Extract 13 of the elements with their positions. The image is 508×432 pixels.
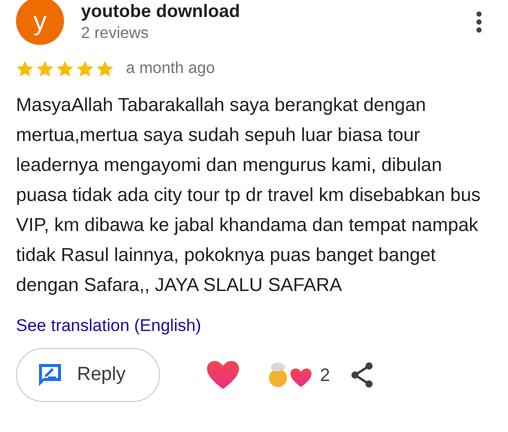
reply-icon	[37, 362, 63, 388]
review-text: MasyaAllah Tabarakallah saya berangkat dengan mertua,mertua saya sudah sepuh luar biasa tour leadernya mengayomi dan mengurus kami, dibulan puasa tidak ada city tour tp dr travel km disebabkan bus VIP, km dibawa ke jabal khandama dan tempat nampak tidak Rasul lainnya, pokoknya puas banget banget dengan Safara,, JAYA SLALU SAFARA	[16, 93, 482, 297]
review-date: a month ago	[126, 60, 215, 78]
reactions-icon[interactable]	[268, 360, 314, 390]
review-count: 2 reviews	[81, 24, 150, 44]
reaction-count: 2	[320, 364, 330, 386]
reply-button[interactable]: Reply	[16, 348, 160, 402]
more-options-icon[interactable]	[476, 11, 482, 33]
share-icon[interactable]	[350, 362, 374, 388]
translation-link[interactable]: See translation (English)	[16, 316, 202, 336]
author-name[interactable]: youtobe download	[81, 0, 240, 23]
avatar: y	[16, 0, 64, 45]
heart-icon[interactable]	[206, 360, 240, 390]
